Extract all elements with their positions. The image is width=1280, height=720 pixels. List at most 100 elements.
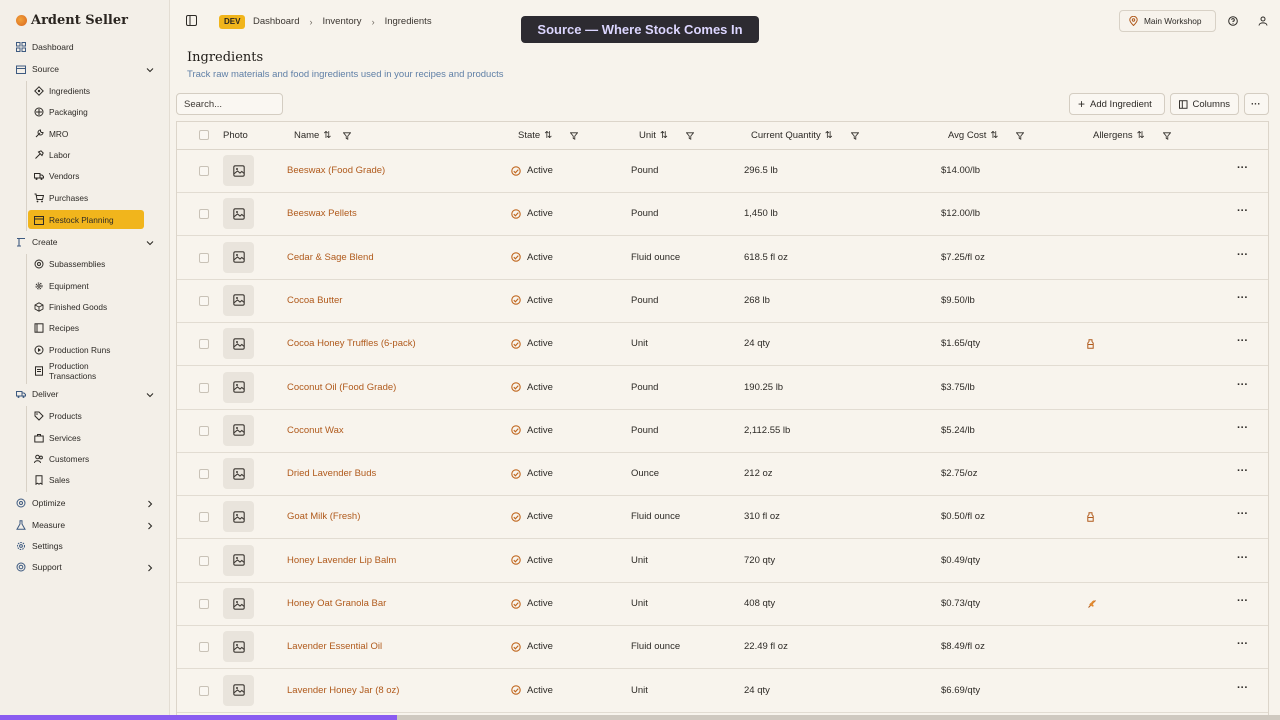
row-actions-button[interactable]: ··· [1237, 638, 1248, 650]
table-row[interactable]: Honey Lavender Lip Balm Active Unit 720 qty… [177, 540, 1268, 583]
ingredient-name-link[interactable]: Honey Oat Granola Bar [287, 598, 386, 609]
filter-icon[interactable] [343, 131, 352, 140]
row-actions-button[interactable]: ··· [1237, 552, 1248, 564]
chevron-right-icon[interactable] [146, 564, 154, 572]
table-row[interactable]: Goat Milk (Fresh) Active Fluid ounce 310 fl… [177, 496, 1268, 540]
sidebar-item-sales[interactable]: Sales [34, 475, 70, 485]
ingredient-name-link[interactable]: Cedar & Sage Blend [287, 252, 374, 263]
photo-placeholder[interactable] [223, 371, 254, 403]
photo-placeholder[interactable] [223, 631, 254, 663]
photo-placeholder[interactable] [223, 284, 254, 316]
column-header-avg-cost[interactable]: Avg Cost ⇅ [948, 130, 1025, 141]
row-checkbox[interactable] [199, 339, 209, 350]
sidebar-toggle-icon[interactable] [186, 15, 197, 26]
sidebar-item-dashboard[interactable]: Dashboard [16, 42, 74, 52]
filter-icon[interactable] [1162, 131, 1171, 140]
sort-icon[interactable]: ⇅ [323, 130, 331, 141]
sidebar-item-production-runs[interactable]: Production Runs [34, 345, 110, 355]
chevron-right-icon[interactable] [146, 522, 154, 530]
sort-icon[interactable]: ⇅ [990, 130, 998, 141]
sidebar-item-equipment[interactable]: Equipment [34, 281, 89, 291]
sidebar-group-source[interactable]: Source [16, 64, 59, 74]
column-header-allergens[interactable]: Allergens ⇅ [1093, 130, 1171, 141]
sidebar-group-measure[interactable]: Measure [16, 520, 65, 530]
table-row[interactable]: Coconut Oil (Food Grade) Active Pound 190.2… [177, 367, 1268, 410]
sidebar-item-purchases[interactable]: Purchases [34, 193, 88, 203]
table-row[interactable]: Beeswax (Food Grade) Active Pound 296.5 lb $… [177, 150, 1268, 193]
photo-placeholder[interactable] [223, 198, 254, 230]
ingredient-name-link[interactable]: Lavender Honey Jar (8 oz) [287, 685, 399, 696]
sidebar-item-packaging[interactable]: Packaging [34, 107, 88, 117]
filter-icon[interactable] [1016, 131, 1025, 140]
ingredient-name-link[interactable]: Cocoa Honey Truffles (6-pack) [287, 338, 416, 349]
search-input[interactable] [176, 93, 283, 115]
columns-button[interactable]: Columns [1170, 93, 1239, 115]
row-actions-button[interactable]: ··· [1237, 379, 1248, 391]
sidebar-item-recipes[interactable]: Recipes [34, 323, 79, 333]
sidebar-item-settings[interactable]: Settings [16, 541, 63, 551]
ingredient-name-link[interactable]: Coconut Oil (Food Grade) [287, 382, 396, 393]
row-actions-button[interactable]: ··· [1237, 162, 1248, 174]
row-checkbox[interactable] [199, 425, 209, 436]
table-row[interactable]: Lavender Honey Jar (8 oz) Active Unit 24 qt… [177, 670, 1268, 713]
sort-icon[interactable]: ⇅ [1137, 130, 1145, 141]
chevron-down-icon[interactable] [146, 391, 154, 399]
column-header-unit[interactable]: Unit ⇅ [639, 130, 694, 141]
user-icon[interactable] [1258, 16, 1268, 26]
sidebar-item-finished-goods[interactable]: Finished Goods [34, 302, 107, 312]
table-row[interactable]: Cocoa Butter Active Pound 268 lb $9.50/lb ··· [177, 280, 1268, 323]
ingredient-name-link[interactable]: Beeswax (Food Grade) [287, 165, 385, 176]
sidebar-item-production-transactions[interactable]: Production Transactions [34, 361, 109, 381]
table-row[interactable]: Dried Lavender Buds Active Ounce 212 oz $2.7… [177, 453, 1268, 497]
sidebar-item-labor[interactable]: Labor [34, 150, 70, 160]
table-row[interactable]: Honey Oat Granola Bar Active Unit 408 qty $0… [177, 583, 1268, 626]
row-actions-button[interactable]: ··· [1237, 205, 1248, 217]
brand[interactable]: Ardent Seller [16, 13, 128, 28]
sort-icon[interactable]: ⇅ [825, 130, 833, 141]
ingredient-name-link[interactable]: Goat Milk (Fresh) [287, 511, 360, 522]
sidebar-group-create[interactable]: Create [16, 237, 58, 247]
ingredient-name-link[interactable]: Cocoa Butter [287, 295, 342, 306]
sidebar-item-customers[interactable]: Customers [34, 454, 89, 464]
row-checkbox[interactable] [199, 252, 209, 263]
sidebar-item-mro[interactable]: MRO [34, 129, 68, 139]
row-actions-button[interactable]: ··· [1237, 465, 1248, 477]
filter-icon[interactable] [850, 131, 859, 140]
photo-placeholder[interactable] [223, 501, 254, 533]
ingredient-name-link[interactable]: Lavender Essential Oil [287, 641, 382, 652]
column-header-state[interactable]: State ⇅ [518, 130, 579, 141]
row-actions-button[interactable]: ··· [1237, 249, 1248, 261]
chevron-right-icon[interactable] [146, 500, 154, 508]
photo-placeholder[interactable] [223, 588, 254, 619]
ingredient-name-link[interactable]: Beeswax Pellets [287, 208, 357, 219]
row-checkbox[interactable] [199, 512, 209, 523]
sidebar-item-restock-planning[interactable]: Restock Planning [28, 210, 144, 229]
sidebar-item-ingredients[interactable]: Ingredients [34, 86, 90, 96]
ingredient-name-link[interactable]: Honey Lavender Lip Balm [287, 555, 396, 566]
photo-placeholder[interactable] [223, 328, 254, 360]
column-header-current-quantity[interactable]: Current Quantity ⇅ [751, 130, 859, 141]
row-actions-button[interactable]: ··· [1237, 335, 1248, 347]
photo-placeholder[interactable] [223, 414, 254, 446]
row-checkbox[interactable] [199, 685, 209, 696]
location-selector[interactable]: Main Workshop [1119, 10, 1216, 32]
row-checkbox[interactable] [199, 295, 209, 306]
table-row[interactable]: Lavender Essential Oil Active Fluid ounce 2… [177, 626, 1268, 670]
breadcrumb-dashboard[interactable]: Dashboard [253, 15, 299, 29]
sort-icon[interactable]: ⇅ [544, 130, 552, 141]
sidebar-item-vendors[interactable]: Vendors [34, 171, 79, 181]
row-checkbox[interactable] [199, 642, 209, 653]
sidebar-group-support[interactable]: Support [16, 562, 62, 572]
table-row[interactable]: Beeswax Pellets Active Pound 1,450 lb $12.00… [177, 193, 1268, 237]
row-actions-button[interactable]: ··· [1237, 508, 1248, 520]
ingredient-name-link[interactable]: Coconut Wax [287, 425, 344, 436]
ingredient-name-link[interactable]: Dried Lavender Buds [287, 468, 376, 479]
sidebar-item-subassemblies[interactable]: Subassemblies [34, 259, 105, 269]
filter-icon[interactable] [685, 131, 694, 140]
sidebar-group-optimize[interactable]: Optimize [16, 498, 66, 508]
sidebar-item-products[interactable]: Products [34, 411, 82, 421]
photo-placeholder[interactable] [223, 458, 254, 490]
row-checkbox[interactable] [199, 382, 209, 393]
photo-placeholder[interactable] [223, 241, 254, 273]
photo-placeholder[interactable] [223, 544, 254, 576]
